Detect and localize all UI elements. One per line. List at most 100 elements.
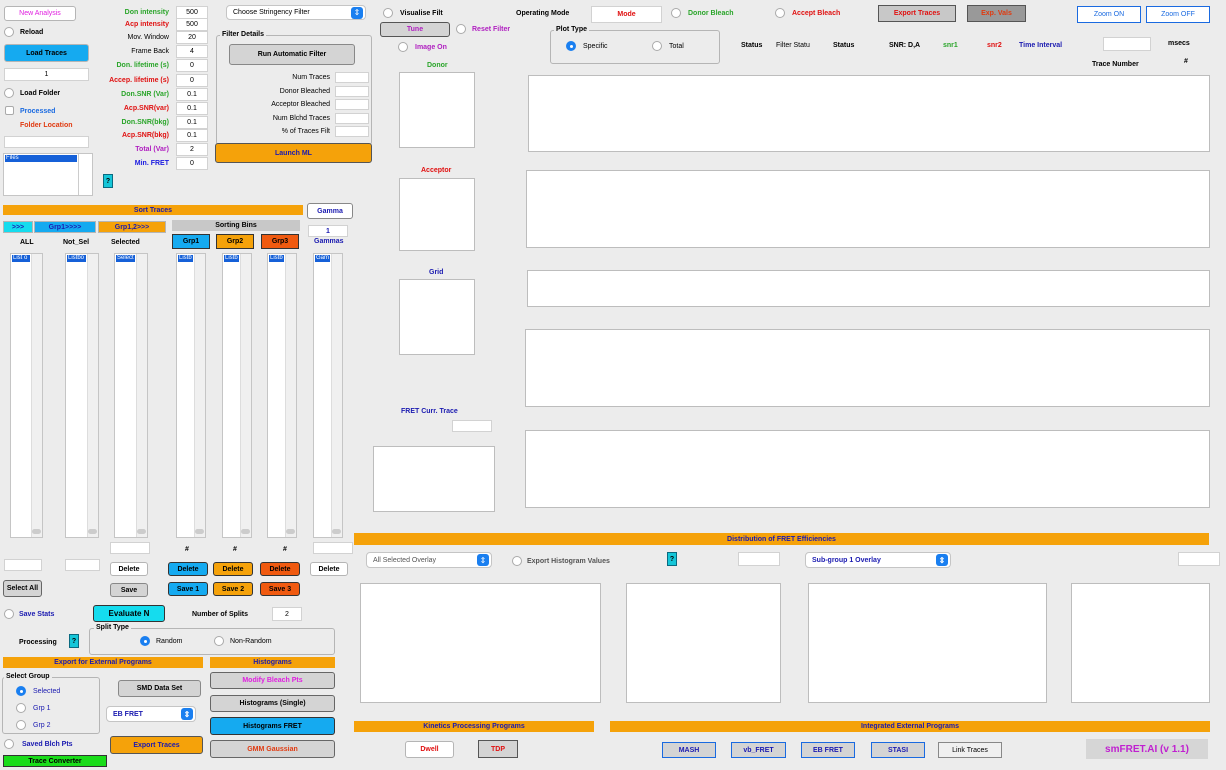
delete-grp2-button[interactable]: Delete xyxy=(213,562,253,576)
saved-blch-radio[interactable] xyxy=(4,739,14,749)
scrollbar[interactable] xyxy=(31,254,42,537)
export-traces-left-button[interactable]: Export Traces xyxy=(110,736,203,754)
image-on-radio[interactable] xyxy=(398,42,408,52)
save2-button[interactable]: Save 2 xyxy=(213,582,253,596)
histograms-fret-button[interactable]: Histograms FRET xyxy=(210,717,335,735)
dist-help-button[interactable]: ? xyxy=(667,552,677,566)
grp12-move-button[interactable]: Grp1,2>>> xyxy=(98,221,166,233)
load-folder-radio[interactable] xyxy=(4,88,14,98)
visualise-filt-radio[interactable] xyxy=(383,8,393,18)
zoom-on-button[interactable]: Zoom ON xyxy=(1077,6,1141,23)
grp1-move-button[interactable]: Grp1>>>> xyxy=(34,221,96,233)
param-value-field[interactable]: 0.1 xyxy=(176,116,208,129)
dwell-button[interactable]: Dwell xyxy=(405,741,454,758)
param-value-field[interactable]: 0 xyxy=(176,59,208,72)
processed-checkbox[interactable] xyxy=(5,106,14,115)
export-hist-radio[interactable] xyxy=(512,556,522,566)
save-selected-button[interactable]: Save xyxy=(110,583,148,597)
param-value-field[interactable]: 0.1 xyxy=(176,88,208,101)
list-item[interactable]: Listb xyxy=(269,255,284,262)
export-selected-radio[interactable] xyxy=(16,686,26,696)
grp2-listbox[interactable]: Listb xyxy=(222,253,252,538)
files-item[interactable]: Files xyxy=(5,155,77,162)
gmm-gaussian-button[interactable]: GMM Gaussian xyxy=(210,740,335,758)
help-button[interactable]: ? xyxy=(103,174,113,188)
scrollbar[interactable] xyxy=(136,254,147,537)
param-value-field[interactable]: 2 xyxy=(176,143,208,156)
stringency-filter-select[interactable]: Choose Stringency Filter ⇕ xyxy=(226,5,366,20)
gammas-listbox[interactable]: Gam xyxy=(313,253,343,538)
grp1-bin-button[interactable]: Grp1 xyxy=(172,234,210,249)
reload-radio[interactable] xyxy=(4,27,14,37)
param-value-field[interactable]: 0.1 xyxy=(176,129,208,142)
scrollbar[interactable] xyxy=(194,254,205,537)
trace-converter-button[interactable]: Trace Converter xyxy=(3,755,107,767)
grp1-listbox[interactable]: Listb xyxy=(176,253,206,538)
scrollbar[interactable] xyxy=(87,254,98,537)
reset-filter-radio[interactable] xyxy=(456,24,466,34)
specific-radio[interactable] xyxy=(566,41,576,51)
all-traces-listbox[interactable]: List o xyxy=(10,253,43,538)
random-radio[interactable] xyxy=(140,636,150,646)
processing-help-button[interactable]: ? xyxy=(69,634,79,648)
param-value-field[interactable]: 500 xyxy=(176,18,208,31)
list-item[interactable]: Listb xyxy=(224,255,239,262)
launch-ml-button[interactable]: Launch ML xyxy=(215,143,372,163)
list-item[interactable]: Listbo xyxy=(67,255,86,262)
param-value-field[interactable]: 0 xyxy=(176,157,208,170)
tune-button[interactable]: Tune xyxy=(380,22,450,37)
selected-traces-listbox[interactable]: Select xyxy=(114,253,148,538)
param-value-field[interactable]: 0.1 xyxy=(176,102,208,115)
list-item[interactable]: List o xyxy=(12,255,30,262)
scrollbar[interactable] xyxy=(285,254,296,537)
param-value-field[interactable]: 4 xyxy=(176,45,208,58)
param-value-field[interactable]: 20 xyxy=(176,31,208,44)
histograms-single-button[interactable]: Histograms (Single) xyxy=(210,695,335,712)
scrollbar[interactable] xyxy=(240,254,251,537)
list-item[interactable]: Gam xyxy=(315,255,330,262)
gamma-button[interactable]: Gamma xyxy=(307,203,353,219)
grp3-listbox[interactable]: Listb xyxy=(267,253,297,538)
delete-grp1-button[interactable]: Delete xyxy=(168,562,208,576)
load-traces-button[interactable]: Load Traces xyxy=(4,44,89,62)
new-analysis-button[interactable]: New Analysis xyxy=(4,6,76,21)
export-traces-top-button[interactable]: Export Traces xyxy=(878,5,956,22)
nonrandom-radio[interactable] xyxy=(214,636,224,646)
list-item[interactable]: Listb xyxy=(178,255,193,262)
scrollbar[interactable] xyxy=(331,254,342,537)
total-radio[interactable] xyxy=(652,41,662,51)
delete-selected-button[interactable]: Delete xyxy=(110,562,148,576)
folder-location-field[interactable] xyxy=(4,136,89,148)
num-splits-field[interactable]: 2 xyxy=(272,607,302,621)
export-format-select[interactable]: EB FRET ⇕ xyxy=(106,706,196,722)
mash-button[interactable]: MASH xyxy=(662,742,716,758)
trace-index-field[interactable]: 1 xyxy=(4,68,89,81)
save-stats-radio[interactable] xyxy=(4,609,14,619)
run-automatic-filter-button[interactable]: Run Automatic Filter xyxy=(229,44,355,65)
gamma-value-field[interactable]: 1 xyxy=(308,225,348,237)
param-value-field[interactable]: 0 xyxy=(176,74,208,87)
time-interval-field[interactable] xyxy=(1103,37,1151,51)
export-grp2-radio[interactable] xyxy=(16,720,26,730)
notsel-traces-listbox[interactable]: Listbo xyxy=(65,253,99,538)
export-grp1-radio[interactable] xyxy=(16,703,26,713)
overlay-select[interactable]: All Selected Overlay ⇕ xyxy=(366,552,492,568)
accept-bleach-radio[interactable] xyxy=(775,8,785,18)
save3-button[interactable]: Save 3 xyxy=(260,582,300,596)
donor-bleach-radio[interactable] xyxy=(671,8,681,18)
select-all-button[interactable]: Select All xyxy=(3,580,42,597)
tdp-button[interactable]: TDP xyxy=(478,740,518,758)
subgroup-select[interactable]: Sub-group 1 Overlay ⇕ xyxy=(805,552,951,568)
delete-gamma-button[interactable]: Delete xyxy=(310,562,348,576)
smd-dataset-button[interactable]: SMD Data Set xyxy=(118,680,201,697)
zoom-off-button[interactable]: Zoom OFF xyxy=(1146,6,1210,23)
move-all-button[interactable]: >>> xyxy=(3,221,33,233)
modify-bleach-button[interactable]: Modify Bleach Pts xyxy=(210,672,335,689)
save1-button[interactable]: Save 1 xyxy=(168,582,208,596)
files-listbox[interactable]: Files xyxy=(3,153,93,196)
evaluate-n-button[interactable]: Evaluate N xyxy=(93,605,165,622)
grp3-bin-button[interactable]: Grp3 xyxy=(261,234,299,249)
eb-fret-button[interactable]: EB FRET xyxy=(801,742,855,758)
delete-grp3-button[interactable]: Delete xyxy=(260,562,300,576)
link-traces-button[interactable]: Link Traces xyxy=(938,742,1002,758)
